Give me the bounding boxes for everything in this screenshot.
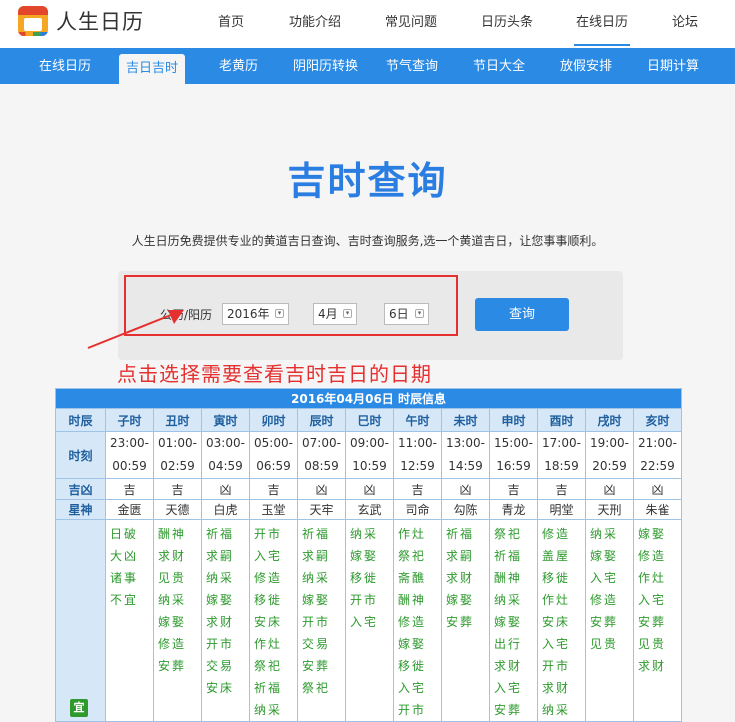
sub-nav-solar-terms[interactable]: 节气查询 (386, 48, 438, 84)
jixiong-cell: 凶 (633, 478, 682, 500)
row-label-shichen: 时辰 (55, 408, 106, 432)
shike-cell: 05:00- 06:59 (249, 431, 298, 479)
jixiong-cell: 凶 (441, 478, 490, 500)
shichen-name-cell: 申时 (489, 408, 538, 432)
calendar-icon (18, 6, 48, 36)
shike-cell: 11:00- 12:59 (393, 431, 442, 479)
sub-nav-festivals[interactable]: 节日大全 (473, 48, 525, 84)
sub-nav-online-calendar[interactable]: 在线日历 (39, 48, 91, 84)
xingshen-cell: 天牢 (297, 499, 346, 520)
jixiong-cell: 吉 (105, 478, 154, 500)
shichen-name-cell: 午时 (393, 408, 442, 432)
page-description: 人生日历免费提供专业的黄道吉日查询、吉时查询服务,选一个黄道吉日，让您事事顺利。 (131, 234, 604, 248)
query-button[interactable]: 查询 (475, 298, 569, 331)
jixiong-cell: 吉 (249, 478, 298, 500)
top-nav-headlines[interactable]: 日历头条 (481, 11, 533, 30)
jixiong-cell: 吉 (489, 478, 538, 500)
yi-cell: 日破大凶诸事不宜 (105, 519, 154, 722)
shichen-name-cell: 酉时 (537, 408, 586, 432)
sub-nav-lucky-days[interactable]: 吉日吉时 (119, 54, 186, 84)
top-nav-features[interactable]: 功能介绍 (289, 11, 341, 30)
jixiong-cell: 吉 (537, 478, 586, 500)
brand-logo[interactable]: 人生日历 (18, 6, 144, 36)
shichen-name-cell: 辰时 (297, 408, 346, 432)
shike-cell: 03:00- 04:59 (201, 431, 250, 479)
yi-cell: 祭祀祈福酬神纳采嫁娶出行求财入宅安葬 (489, 519, 538, 722)
sub-nav-lunar-convert[interactable]: 阴阳历转换 (293, 48, 358, 84)
shichen-name-cell: 戌时 (585, 408, 634, 432)
sub-nav-holidays[interactable]: 放假安排 (560, 48, 612, 84)
shike-cell: 13:00- 14:59 (441, 431, 490, 479)
annotation-text: 点击选择需要查看吉时吉日的日期 (117, 362, 432, 386)
xingshen-cell: 玄武 (345, 499, 394, 520)
shike-cell: 17:00- 18:59 (537, 431, 586, 479)
yi-cell: 酬神求财见贵纳采嫁娶修造安葬 (153, 519, 202, 722)
sub-nav: 在线日历 吉日吉时 老黄历 阴阳历转换 节气查询 节日大全 放假安排 日期计算 (0, 48, 735, 84)
xingshen-cell: 司命 (393, 499, 442, 520)
jixiong-cell: 凶 (345, 478, 394, 500)
yi-cell: 祈福求嗣求财嫁娶安葬 (441, 519, 490, 722)
row-label-yi: 宜 (55, 519, 106, 722)
xingshen-cell: 玉堂 (249, 499, 298, 520)
top-nav-online-calendar[interactable]: 在线日历 (573, 11, 631, 46)
shichen-name-cell: 未时 (441, 408, 490, 432)
jixiong-cell: 凶 (297, 478, 346, 500)
shichen-name-cell: 子时 (105, 408, 154, 432)
top-nav-faq[interactable]: 常见问题 (385, 11, 437, 30)
sub-nav-almanac[interactable]: 老黄历 (219, 48, 258, 84)
yi-cell: 作灶祭祀斋醮酬神修造嫁娶移徙入宅开市 (393, 519, 442, 722)
row-label-shike: 时刻 (55, 431, 106, 479)
shike-cell: 09:00- 10:59 (345, 431, 394, 479)
yi-cell: 嫁娶修造作灶入宅安葬见贵求财 (633, 519, 682, 722)
shike-cell: 21:00- 22:59 (633, 431, 682, 479)
xingshen-cell: 勾陈 (441, 499, 490, 520)
top-nav-forum[interactable]: 论坛 (672, 11, 698, 30)
table-caption: 2016年04月06日 时辰信息 (55, 388, 682, 409)
sub-nav-date-calc[interactable]: 日期计算 (647, 48, 699, 84)
xingshen-cell: 天德 (153, 499, 202, 520)
shichen-name-cell: 卯时 (249, 408, 298, 432)
yi-cell: 纳采嫁娶移徙开市入宅 (345, 519, 394, 722)
yi-badge: 宜 (70, 699, 88, 717)
xingshen-cell: 金匮 (105, 499, 154, 520)
xingshen-cell: 青龙 (489, 499, 538, 520)
shike-cell: 23:00- 00:59 (105, 431, 154, 479)
xingshen-cell: 白虎 (201, 499, 250, 520)
shike-cell: 15:00- 16:59 (489, 431, 538, 479)
annotation-arrow-icon (87, 310, 184, 349)
xingshen-cell: 明堂 (537, 499, 586, 520)
shike-cell: 07:00- 08:59 (297, 431, 346, 479)
jixiong-cell: 吉 (153, 478, 202, 500)
brand-name: 人生日历 (56, 10, 144, 34)
yi-cell: 开市入宅修造移徙安床作灶祭祀祈福纳采 (249, 519, 298, 722)
yi-cell: 祈福求嗣纳采嫁娶开市交易安葬祭祀 (297, 519, 346, 722)
jixiong-cell: 吉 (393, 478, 442, 500)
yi-cell: 祈福求嗣纳采嫁娶求财开市交易安床 (201, 519, 250, 722)
page-title: 吉时查询 (287, 159, 448, 203)
row-label-xingshen: 星神 (55, 499, 106, 520)
shichen-name-cell: 巳时 (345, 408, 394, 432)
jixiong-cell: 凶 (585, 478, 634, 500)
shichen-name-cell: 丑时 (153, 408, 202, 432)
jixiong-cell: 凶 (201, 478, 250, 500)
xingshen-cell: 天刑 (585, 499, 634, 520)
shichen-name-cell: 亥时 (633, 408, 682, 432)
shichen-table: 2016年04月06日 时辰信息 时辰 子时 丑时 寅时 卯时 辰时 巳时 午时 未时 申时 酉时… (55, 388, 682, 722)
yi-cell: 修造盖屋移徙作灶安床入宅开市求财纳采 (537, 519, 586, 722)
shichen-name-cell: 寅时 (201, 408, 250, 432)
shike-cell: 19:00- 20:59 (585, 431, 634, 479)
top-bar: 人生日历 首页 功能介绍 常见问题 日历头条 在线日历 论坛 (0, 0, 735, 48)
top-nav-home[interactable]: 首页 (218, 11, 244, 30)
row-label-jixiong: 吉凶 (55, 478, 106, 500)
yi-cell: 纳采嫁娶入宅修造安葬见贵 (585, 519, 634, 722)
xingshen-cell: 朱雀 (633, 499, 682, 520)
shike-cell: 01:00- 02:59 (153, 431, 202, 479)
